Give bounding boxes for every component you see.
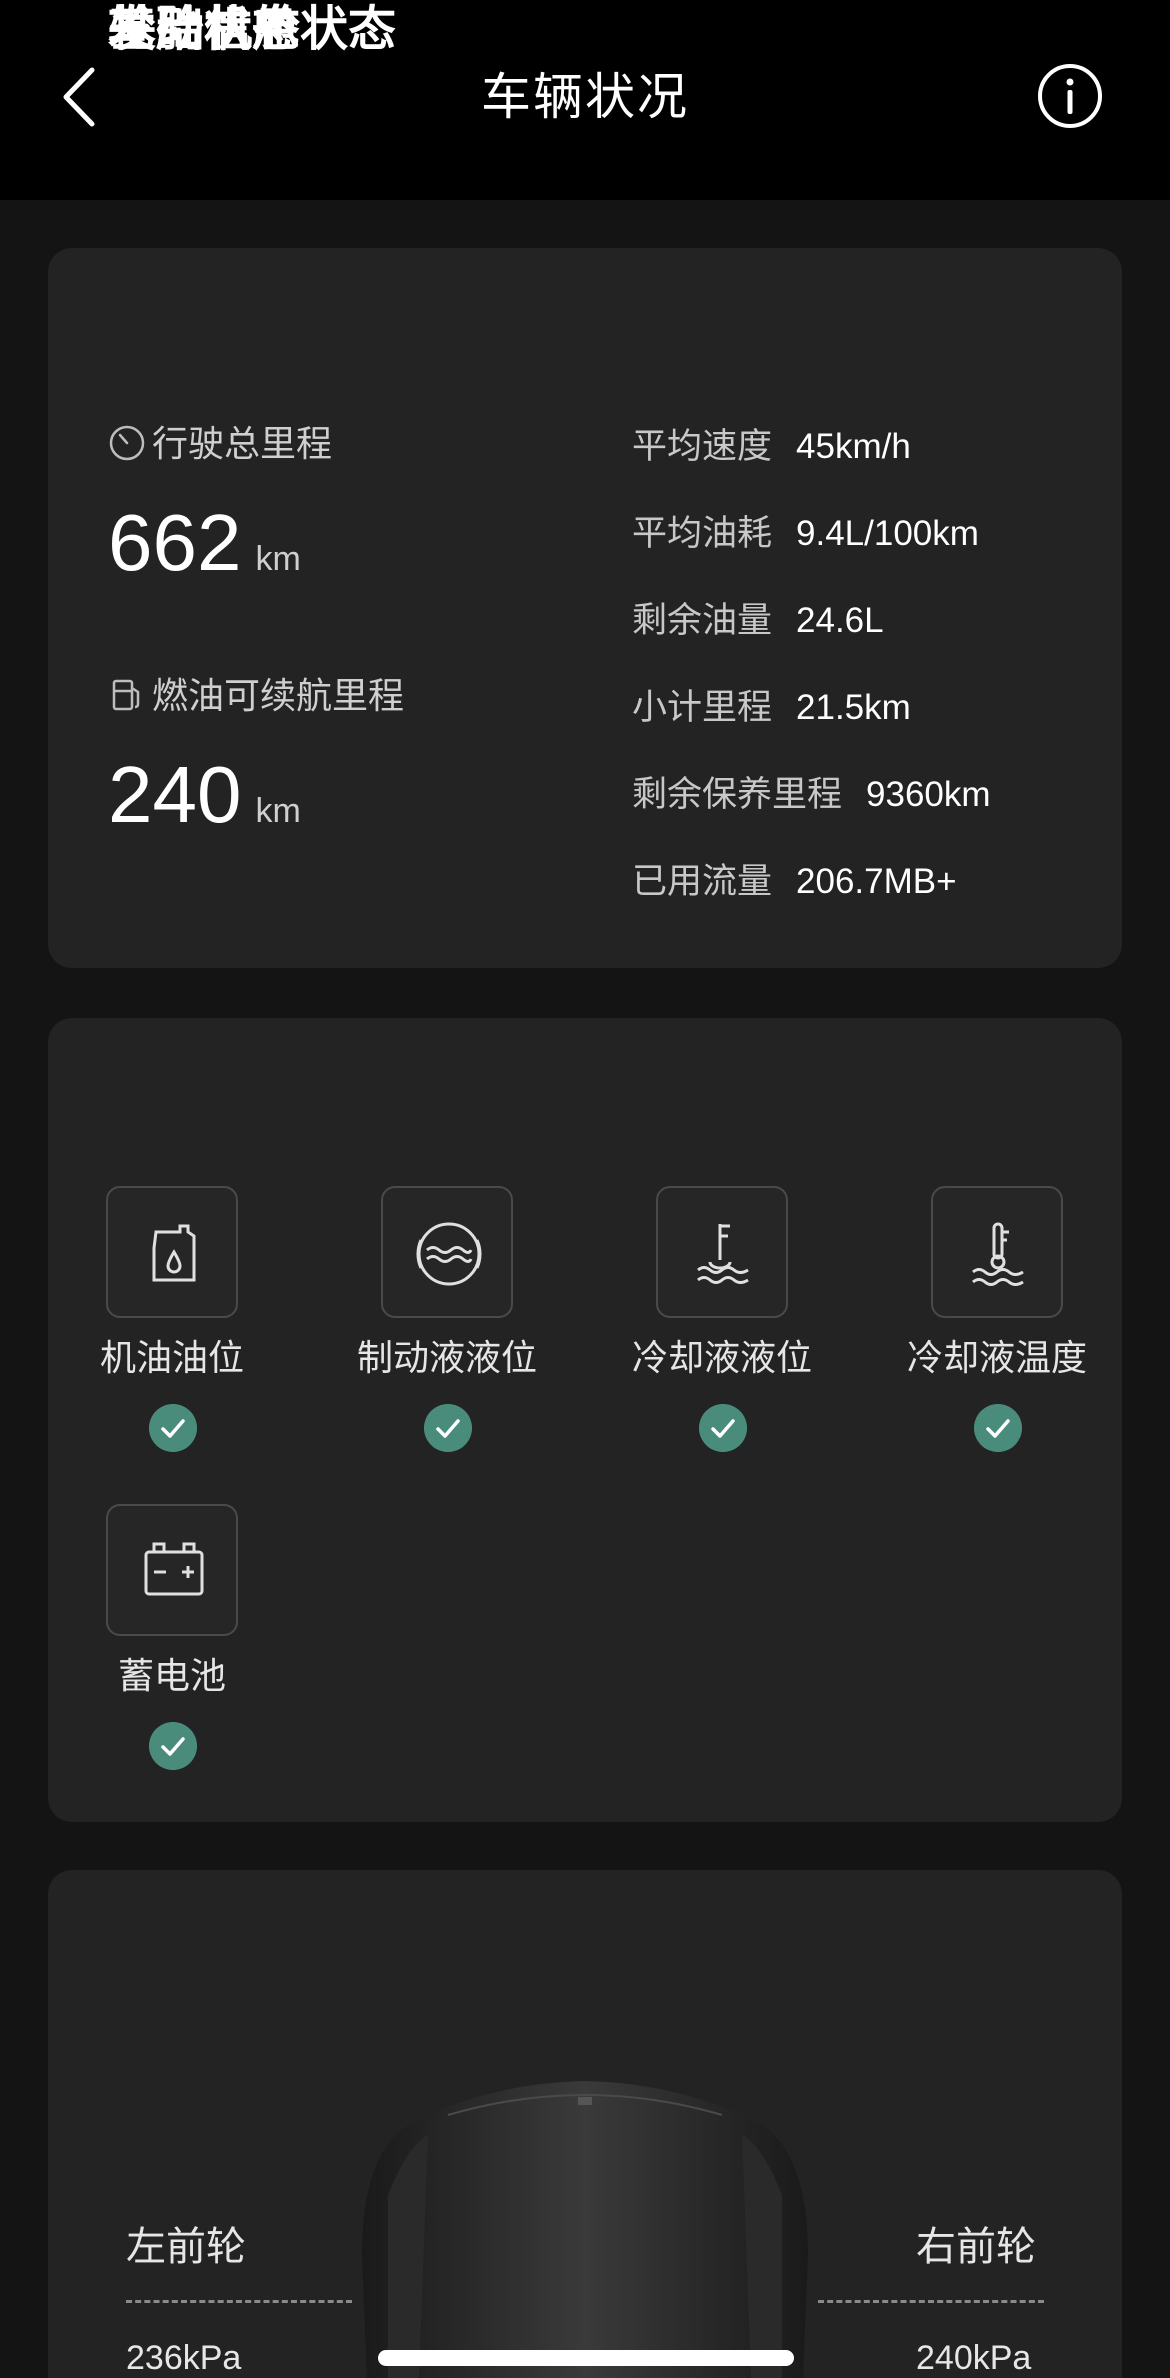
info-value: 9.4L/100km	[796, 514, 979, 553]
check-icon	[149, 1404, 197, 1452]
engine-item-coolant-temp[interactable]: 冷却液温度	[877, 1186, 1117, 1466]
front-left-wheel-label: 左前轮	[126, 2225, 246, 2269]
tire-status-title: 轮胎状态	[108, 3, 301, 56]
info-key: 小计里程	[632, 688, 773, 727]
info-value: 21.5km	[796, 688, 911, 727]
info-key: 剩余保养里程	[632, 775, 843, 814]
info-key: 平均速度	[632, 427, 773, 466]
info-row-avg-fuel: 平均油耗 9.4L/100km	[632, 512, 979, 556]
engine-item-label: 机油油位	[99, 1337, 244, 1378]
info-row-maintenance: 剩余保养里程 9360km	[632, 773, 991, 817]
info-key: 已用流量	[632, 862, 773, 901]
info-row-trip: 小计里程 21.5km	[632, 686, 911, 730]
info-row-avg-speed: 平均速度 45km/h	[632, 425, 911, 469]
check-icon	[974, 1404, 1022, 1452]
total-mileage-label: 行驶总里程	[108, 422, 332, 466]
check-icon	[699, 1404, 747, 1452]
engine-item-label: 制动液液位	[356, 1337, 537, 1378]
page-title: 车辆状况	[481, 69, 689, 125]
info-row-data-usage: 已用流量 206.7MB+	[632, 860, 957, 904]
info-key: 平均油耗	[632, 514, 773, 553]
total-mileage-text: 行驶总里程	[152, 423, 333, 464]
engine-item-label: 冷却液温度	[906, 1337, 1087, 1378]
coolant-level-icon-box	[656, 1186, 788, 1318]
oil-level-icon-box	[106, 1186, 238, 1318]
fuel-pump-icon	[112, 679, 140, 711]
home-indicator[interactable]	[378, 2350, 794, 2366]
fuel-range-unit: km	[255, 792, 301, 830]
odometer-icon	[109, 425, 145, 461]
fuel-range-label: 燃油可续航里程	[108, 674, 404, 718]
coolant-level-icon	[697, 1224, 749, 1284]
front-left-pressure: 236kPa	[126, 2339, 242, 2377]
engine-item-coolant-level[interactable]: 冷却液液位	[602, 1186, 842, 1466]
info-value: 45km/h	[796, 427, 911, 466]
engine-item-label: 冷却液液位	[631, 1337, 812, 1378]
coolant-temp-icon-box	[931, 1186, 1063, 1318]
fuel-range-text: 燃油可续航里程	[152, 675, 405, 716]
engine-item-label: 蓄电池	[117, 1655, 226, 1696]
engine-item-brake[interactable]: 制动液液位	[327, 1186, 567, 1466]
fuel-range-value: 240 km	[108, 750, 301, 856]
info-value: 24.6L	[796, 601, 884, 640]
coolant-temp-icon	[972, 1222, 1024, 1286]
check-icon	[149, 1722, 197, 1770]
front-right-pressure: 240kPa	[916, 2339, 1032, 2377]
battery-icon-box	[106, 1504, 238, 1636]
info-circle-icon[interactable]	[1036, 62, 1104, 130]
info-value: 206.7MB+	[796, 862, 957, 901]
front-right-wheel-label: 右前轮	[916, 2225, 1036, 2269]
engine-item-oil[interactable]: 机油油位	[52, 1186, 292, 1466]
brake-fluid-icon	[416, 1222, 482, 1286]
front-left-divider	[126, 2300, 352, 2303]
check-icon	[424, 1404, 472, 1452]
info-value: 9360km	[866, 775, 991, 814]
info-key: 剩余油量	[632, 601, 773, 640]
total-mileage-unit: km	[255, 540, 301, 578]
total-mileage-number: 662	[108, 498, 242, 587]
fuel-range-number: 240	[108, 750, 242, 839]
front-right-divider	[818, 2300, 1044, 2303]
battery-icon	[144, 1542, 204, 1596]
oil-level-icon	[152, 1224, 196, 1282]
total-mileage-value: 662 km	[108, 498, 301, 604]
brake-fluid-icon-box	[381, 1186, 513, 1318]
basic-info-card	[48, 248, 1122, 968]
car-top-view-image	[362, 2081, 808, 2378]
engine-item-battery[interactable]: 蓄电池	[52, 1504, 292, 1784]
info-row-fuel-left: 剩余油量 24.6L	[632, 599, 884, 643]
